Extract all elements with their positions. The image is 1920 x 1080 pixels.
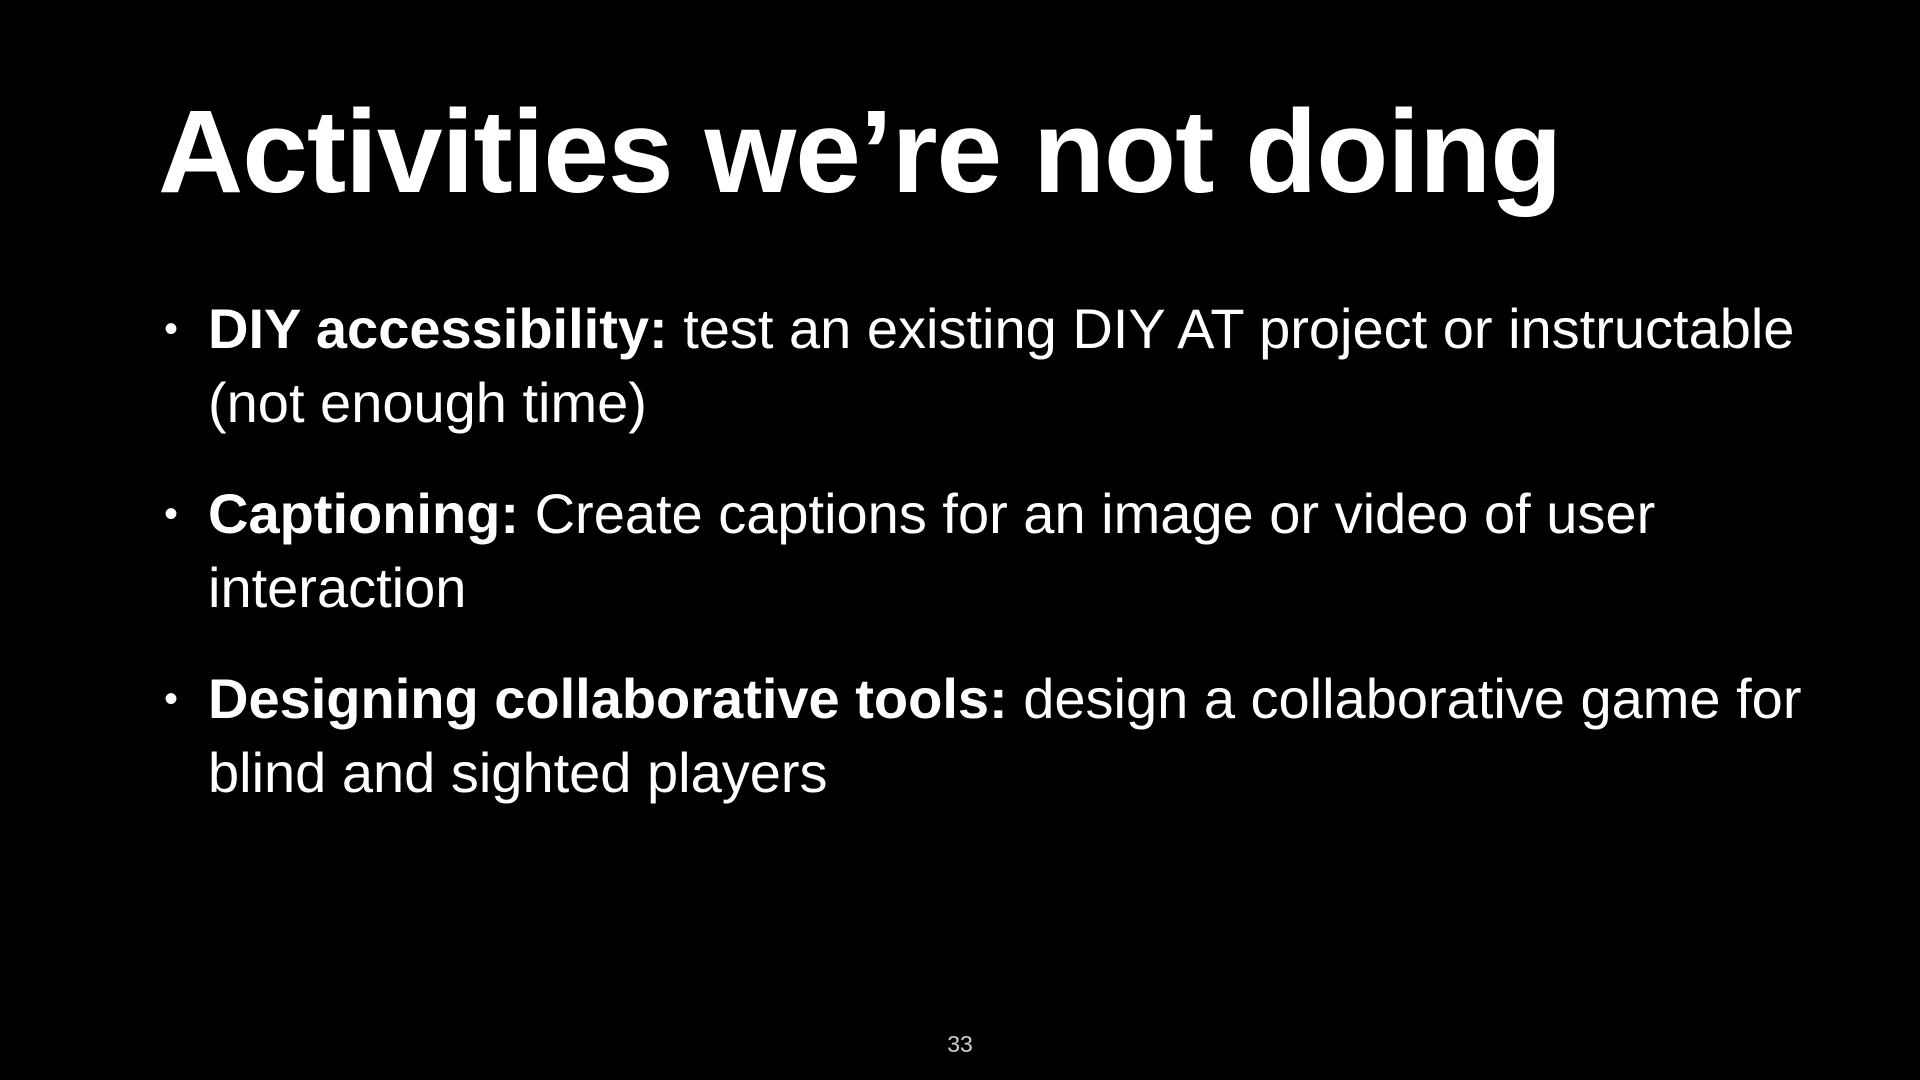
bullet-dot-icon: • bbox=[164, 677, 179, 721]
slide: Activities we’re not doing • DIY accessi… bbox=[0, 0, 1920, 1080]
bullet-item-captioning: • Captioning: Create captions for an ima… bbox=[158, 477, 1818, 625]
bullet-item-collaborative-tools: • Designing collaborative tools: design … bbox=[158, 662, 1818, 810]
bullet-term: DIY accessibility: bbox=[208, 297, 668, 360]
bullet-term: Captioning: bbox=[208, 482, 520, 545]
bullet-dot-icon: • bbox=[164, 492, 179, 536]
bullet-item-diy-accessibility: • DIY accessibility: test an existing DI… bbox=[158, 292, 1818, 440]
slide-number: 33 bbox=[947, 1031, 973, 1057]
bullet-list: • DIY accessibility: test an existing DI… bbox=[158, 292, 1818, 847]
slide-title: Activities we’re not doing bbox=[158, 86, 1562, 218]
bullet-dot-icon: • bbox=[164, 307, 179, 351]
bullet-term: Designing collaborative tools: bbox=[208, 667, 1008, 730]
